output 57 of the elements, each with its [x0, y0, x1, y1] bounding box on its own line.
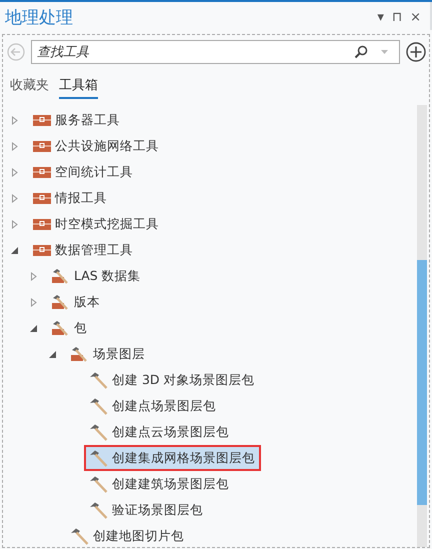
collapse-arrow-icon[interactable]: [11, 246, 19, 254]
panel-control-button[interactable]: ▾: [374, 10, 387, 24]
toolset-item[interactable]: 包: [46, 315, 93, 341]
tool-item[interactable]: 创建集成网格场景图层包: [84, 445, 261, 471]
tab[interactable]: 工具箱: [59, 76, 98, 99]
scroll-thumb[interactable]: [417, 260, 427, 505]
expand-arrow-icon[interactable]: [11, 168, 19, 176]
expand-arrow-icon[interactable]: [30, 298, 38, 306]
expand-arrow-icon[interactable]: [30, 272, 38, 280]
tool-item[interactable]: 创建点云场景图层包: [84, 419, 235, 445]
hammer-icon: [90, 476, 108, 492]
back-icon[interactable]: [7, 43, 25, 61]
expand-arrow-icon[interactable]: [11, 220, 19, 228]
dropdown-caret-icon[interactable]: [381, 50, 388, 54]
hammer-icon: [90, 502, 108, 518]
tool-item[interactable]: 创建 3D 对象场景图层包: [84, 367, 261, 393]
collapse-arrow-icon[interactable]: [30, 324, 38, 332]
toolbox-icon: [33, 244, 51, 256]
toolbox-item[interactable]: 公共设施网络工具: [27, 133, 165, 159]
toolbox-item[interactable]: 时空模式挖掘工具: [27, 211, 165, 237]
toolbox-item[interactable]: 数据管理工具: [27, 237, 139, 263]
scrollbar[interactable]: [417, 105, 427, 547]
hammer-icon: [90, 398, 108, 414]
toolset-icon: [52, 320, 70, 336]
toolbox-icon: [33, 140, 51, 152]
tool-item[interactable]: 创建建筑场景图层包: [84, 471, 235, 497]
panel-control-button[interactable]: ⊓: [388, 10, 406, 24]
toolset-item[interactable]: 版本: [46, 289, 106, 315]
tool-item[interactable]: 创建地图切片包: [65, 523, 190, 549]
add-icon[interactable]: [406, 42, 426, 62]
expand-arrow-icon[interactable]: [11, 116, 19, 124]
toolbox-icon: [33, 114, 51, 126]
search-icon[interactable]: [354, 45, 368, 59]
hammer-icon: [71, 528, 89, 544]
toolset-icon: [71, 346, 89, 362]
toolset-icon: [52, 294, 70, 310]
expand-arrow-icon[interactable]: [11, 194, 19, 202]
toolset-icon: [52, 268, 70, 284]
hammer-icon: [90, 450, 108, 466]
toolbox-icon: [33, 166, 51, 178]
search-field[interactable]: 查找工具: [31, 40, 400, 64]
toolset-item[interactable]: 场景图层: [65, 341, 151, 367]
tool-item[interactable]: 创建点场景图层包: [84, 393, 222, 419]
hammer-icon: [90, 424, 108, 440]
toolbox-icon: [33, 192, 51, 204]
tool-item[interactable]: 验证场景图层包: [84, 497, 209, 523]
panel-title: 地理处理: [5, 6, 73, 28]
expand-arrow-icon[interactable]: [11, 142, 19, 150]
toolset-item[interactable]: LAS 数据集: [46, 263, 147, 289]
hammer-icon: [90, 372, 108, 388]
collapse-arrow-icon[interactable]: [49, 350, 57, 358]
panel-control-button[interactable]: ×: [407, 10, 424, 24]
toolbox-item[interactable]: 情报工具: [27, 185, 113, 211]
toolbox-item[interactable]: 服务器工具: [27, 107, 126, 133]
toolbox-icon: [33, 218, 51, 230]
toolbox-item[interactable]: 空间统计工具: [27, 159, 139, 185]
tab[interactable]: 收藏夹: [10, 76, 49, 99]
